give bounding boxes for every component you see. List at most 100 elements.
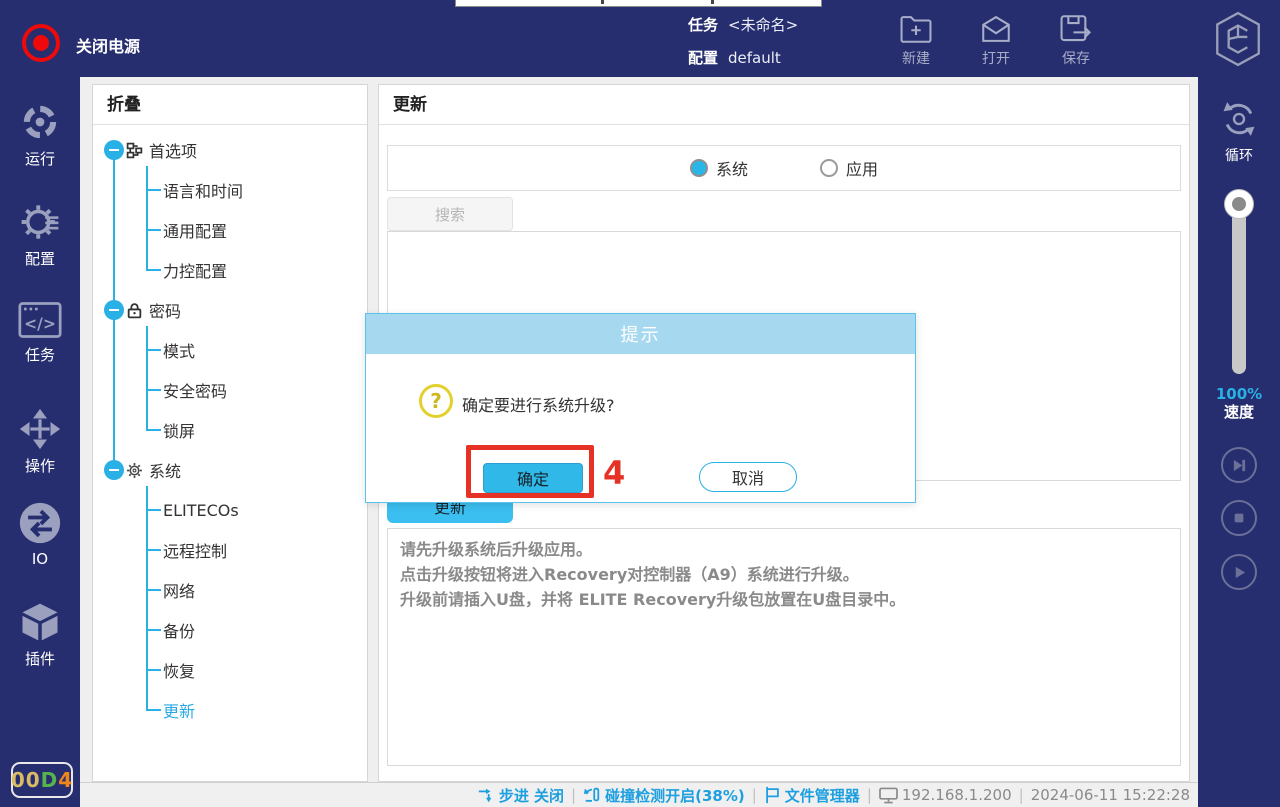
datetime: 2024-06-11 15:22:28 — [1031, 786, 1190, 804]
step-forward-button[interactable] — [1221, 447, 1257, 483]
new-task-button[interactable]: 新建 — [884, 13, 948, 68]
topbar: 关闭电源 任务<未命名> 配置default 新建 打开 — [0, 0, 1280, 77]
statusbar-separator: | — [867, 786, 872, 804]
cycle-icon — [1218, 124, 1260, 143]
speed-slider-knob[interactable] — [1224, 189, 1254, 219]
tree-item-update[interactable]: 更新 — [163, 690, 195, 730]
plugin-icon — [0, 601, 80, 643]
sidebar-item-label: IO — [0, 550, 80, 568]
open-task-label: 打开 — [964, 48, 1028, 68]
collision-detection-icon — [583, 786, 601, 804]
radio-system-label: 系统 — [716, 156, 748, 180]
statusbar-separator: | — [752, 786, 757, 804]
tree-item-system[interactable]: 系统 — [149, 450, 181, 490]
radio-unselected-icon — [820, 159, 838, 177]
tree-item-force-config[interactable]: 力控配置 — [163, 250, 227, 290]
right-sidebar: 循环 100% 速度 — [1198, 77, 1280, 807]
tree-item-network[interactable]: 网络 — [163, 570, 195, 610]
sidebar-item-label: 配置 — [0, 248, 80, 269]
page-title: 更新 — [379, 85, 1189, 125]
tree-item-language-and-time[interactable]: 语言和时间 — [163, 170, 243, 210]
tree-item-backup[interactable]: 备份 — [163, 610, 195, 650]
tree-connector — [146, 429, 161, 431]
radio-application-label: 应用 — [846, 156, 878, 180]
sidebar-item-plugin[interactable]: 插件 — [0, 601, 80, 669]
sidebar-item-label: 插件 — [0, 648, 80, 669]
tree-connector — [146, 229, 161, 231]
hierarchy-icon — [126, 142, 143, 159]
instruction-line: 请先升级系统后升级应用。 — [400, 537, 1168, 562]
radio-system[interactable]: 系统 — [690, 156, 748, 180]
power-label: 关闭电源 — [76, 33, 140, 57]
confirm-button[interactable]: 确定 — [483, 463, 583, 493]
stop-button[interactable] — [1221, 500, 1257, 536]
speed-value: 100% — [1198, 385, 1280, 403]
tree-connector — [146, 349, 161, 351]
cancel-button[interactable]: 取消 — [699, 462, 797, 492]
tree-item-restore[interactable]: 恢复 — [163, 650, 195, 690]
tree-panel-header: 折叠 — [93, 85, 367, 125]
tree-item-remote-control[interactable]: 远程控制 — [163, 530, 227, 570]
sidebar-item-task[interactable]: </> 任务 — [0, 301, 80, 365]
brand-logo-icon — [1212, 11, 1264, 71]
sidebar-item-config[interactable]: 配置 — [0, 201, 80, 269]
question-icon: ? — [419, 384, 453, 418]
speed-slider-track[interactable] — [1232, 202, 1246, 374]
save-task-button[interactable]: 保存 — [1044, 13, 1108, 68]
tree-connector — [146, 509, 161, 511]
statusbar: 步进 关闭 | 碰撞检测开启(38%) | 文件管理器 | 192.168.1.… — [80, 782, 1198, 807]
save-task-label: 保存 — [1044, 48, 1108, 68]
power-icon — [33, 35, 49, 51]
tree-item-general-config[interactable]: 通用配置 — [163, 210, 227, 250]
radio-application[interactable]: 应用 — [820, 156, 878, 180]
play-button[interactable] — [1221, 554, 1257, 590]
config-label: 配置 — [688, 49, 718, 67]
collapse-node-icon[interactable] — [104, 300, 124, 320]
cycle-mode-button[interactable]: 循环 — [1198, 99, 1280, 165]
tree-item-mode[interactable]: 模式 — [163, 330, 195, 370]
instruction-line: 点击升级按钮将进入Recovery对控制器（A9）系统进行升级。 — [400, 562, 1168, 587]
step-mode-icon — [477, 786, 495, 804]
tree-item-preferences[interactable]: 首选项 — [149, 130, 197, 170]
search-button[interactable]: 搜索 — [387, 197, 513, 231]
tree-connector — [146, 166, 148, 270]
left-sidebar: 运行 配置 </> — [0, 77, 80, 807]
power-button[interactable] — [22, 24, 60, 62]
tree-item-safety-password[interactable]: 安全密码 — [163, 370, 227, 410]
sidebar-item-operate[interactable]: 操作 — [0, 408, 80, 476]
window-edge-tick — [601, 0, 604, 4]
tree-connector — [146, 326, 148, 430]
collision-detection-status[interactable]: 碰撞检测开启(38%) — [583, 785, 745, 806]
tree-item-elitecos[interactable]: ELITECOs — [163, 490, 239, 530]
new-file-icon — [884, 13, 948, 45]
speed-label: 速度 — [1198, 403, 1280, 421]
open-task-button[interactable]: 打开 — [964, 13, 1028, 68]
tree-item-lock-screen[interactable]: 锁屏 — [163, 410, 195, 450]
collapse-node-icon[interactable] — [104, 140, 124, 160]
open-file-icon — [964, 13, 1028, 45]
robot-state-badge[interactable]: 00D4 — [11, 762, 73, 798]
task-label: 任务 — [688, 16, 718, 34]
sidebar-item-io[interactable]: IO — [0, 501, 80, 568]
sidebar-item-run[interactable]: 运行 — [0, 101, 80, 169]
config-value: default — [728, 49, 781, 67]
collapse-node-icon[interactable] — [104, 460, 124, 480]
statusbar-separator: | — [571, 786, 576, 804]
upgrade-type-radio-bar: 系统 应用 — [387, 145, 1181, 191]
slider-knob-dot — [1232, 197, 1246, 211]
play-icon — [1232, 565, 1247, 580]
file-manager-button[interactable]: 文件管理器 — [764, 785, 860, 806]
save-file-icon — [1044, 13, 1108, 45]
step-forward-icon — [1232, 458, 1247, 473]
step-mode-status[interactable]: 步进 关闭 — [477, 785, 564, 806]
lock-icon — [126, 302, 143, 319]
network-address: 192.168.1.200 — [879, 786, 1012, 804]
tree-connector — [146, 269, 161, 271]
badge-segment: D — [41, 768, 59, 792]
tree-item-password[interactable]: 密码 — [149, 290, 181, 330]
tree-connector — [146, 189, 161, 191]
dialog-message: 确定要进行系统升级? — [462, 392, 615, 416]
instruction-line: 升级前请插入U盘，并将 ELITE Recovery升级包放置在U盘目录中。 — [400, 587, 1168, 612]
settings-tree-panel: 折叠 — [92, 84, 368, 782]
task-icon: </> — [0, 301, 80, 339]
